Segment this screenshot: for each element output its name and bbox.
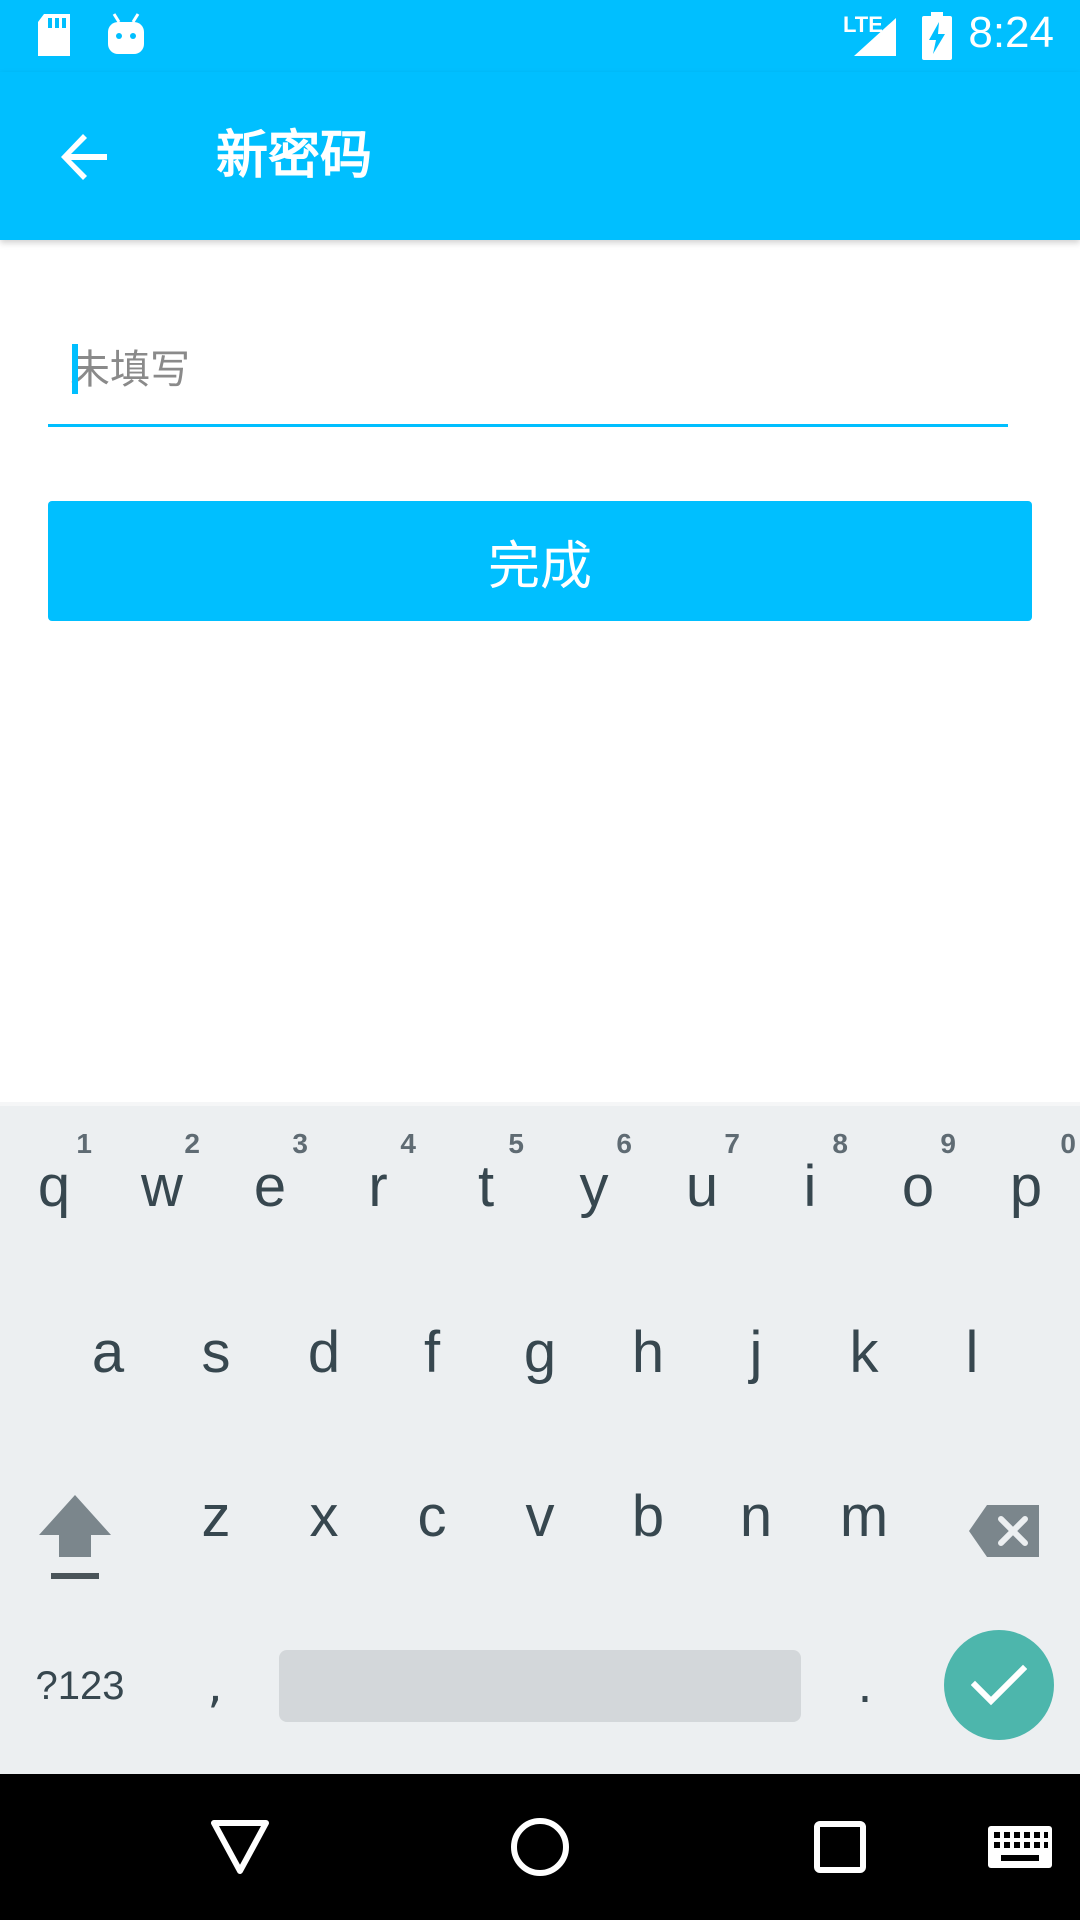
key-label: c: [417, 1484, 447, 1549]
page-title: 新密码: [216, 126, 373, 186]
key-d[interactable]: d: [270, 1272, 378, 1422]
key-g[interactable]: g: [486, 1272, 594, 1422]
check-icon: [971, 1664, 1027, 1706]
nav-back-button[interactable]: [200, 1812, 280, 1882]
key-f[interactable]: f: [378, 1272, 486, 1422]
key-label: g: [523, 1320, 557, 1385]
key-x[interactable]: x: [270, 1436, 378, 1586]
key-y[interactable]: 6 y: [540, 1106, 648, 1256]
back-button[interactable]: [50, 122, 120, 192]
key-n[interactable]: n: [702, 1436, 810, 1586]
key-label: d: [307, 1320, 341, 1385]
symbols-key[interactable]: ?123: [20, 1646, 140, 1726]
key-q[interactable]: 1 q: [0, 1106, 108, 1256]
done-button[interactable]: 完成: [48, 501, 1032, 621]
nav-home-button[interactable]: [500, 1812, 580, 1882]
key-label: n: [739, 1484, 773, 1549]
key-h[interactable]: h: [594, 1272, 702, 1422]
battery-charging-icon: [922, 12, 952, 64]
comma-key[interactable]: ,: [180, 1646, 250, 1726]
shift-icon: [39, 1495, 111, 1579]
app-bar: 新密码: [0, 72, 1080, 240]
backspace-icon: [969, 1505, 1039, 1557]
field-underline: [48, 424, 1008, 427]
key-label: y: [579, 1154, 609, 1219]
key-z[interactable]: z: [162, 1436, 270, 1586]
key-label: e: [253, 1154, 287, 1219]
key-label: t: [477, 1154, 495, 1219]
key-label: m: [839, 1484, 889, 1549]
key-j[interactable]: j: [702, 1272, 810, 1422]
nav-keyboard-button[interactable]: [980, 1812, 1060, 1882]
android-debug-icon: [104, 12, 148, 62]
backspace-key[interactable]: [960, 1486, 1050, 1576]
recents-square-icon: [814, 1821, 866, 1873]
key-label: k: [849, 1320, 879, 1385]
key-u[interactable]: 7 u: [648, 1106, 756, 1256]
key-label: f: [423, 1320, 441, 1385]
enter-key[interactable]: [944, 1630, 1054, 1740]
shift-key[interactable]: [30, 1482, 120, 1592]
space-bar[interactable]: [279, 1650, 801, 1722]
key-e[interactable]: 3 e: [216, 1106, 324, 1256]
key-i[interactable]: 8 i: [756, 1106, 864, 1256]
keyboard-icon: [988, 1826, 1052, 1868]
key-w[interactable]: 2 w: [108, 1106, 216, 1256]
status-time: 8:24: [968, 8, 1054, 57]
key-label: j: [749, 1320, 763, 1385]
key-label: p: [1009, 1154, 1043, 1219]
key-label: l: [965, 1320, 979, 1385]
key-s[interactable]: s: [162, 1272, 270, 1422]
key-label: r: [368, 1154, 388, 1219]
arrow-back-icon: [61, 134, 107, 180]
system-nav-bar: [0, 1774, 1080, 1920]
key-p[interactable]: 0 p: [972, 1106, 1080, 1256]
back-triangle-icon: [211, 1820, 269, 1874]
key-o[interactable]: 9 o: [864, 1106, 972, 1256]
password-field[interactable]: [48, 316, 1008, 428]
key-a[interactable]: a: [54, 1272, 162, 1422]
key-label: h: [631, 1320, 665, 1385]
sd-card-icon: [36, 12, 72, 62]
soft-keyboard: 1 q 2 w 3 e 4 r 5 t 6 y 7 u 8 i 9 o 0 p …: [0, 1102, 1080, 1774]
period-key[interactable]: .: [830, 1646, 900, 1726]
key-label: u: [685, 1154, 719, 1219]
key-c[interactable]: c: [378, 1436, 486, 1586]
status-bar: LTE 8:24: [0, 0, 1080, 72]
nav-recents-button[interactable]: [800, 1812, 880, 1882]
home-circle-icon: [511, 1818, 569, 1876]
key-label: i: [803, 1154, 817, 1219]
key-label: s: [201, 1320, 231, 1385]
key-label: b: [631, 1484, 665, 1549]
key-r[interactable]: 4 r: [324, 1106, 432, 1256]
password-input[interactable]: [48, 316, 1008, 424]
key-label: v: [525, 1484, 555, 1549]
key-t[interactable]: 5 t: [432, 1106, 540, 1256]
key-b[interactable]: b: [594, 1436, 702, 1586]
key-label: a: [91, 1320, 125, 1385]
text-cursor: [72, 344, 78, 394]
key-label: q: [37, 1154, 71, 1219]
key-label: z: [201, 1484, 231, 1549]
key-label: x: [309, 1484, 339, 1549]
key-v[interactable]: v: [486, 1436, 594, 1586]
key-label: o: [901, 1154, 935, 1219]
key-m[interactable]: m: [810, 1436, 918, 1586]
key-l[interactable]: l: [918, 1272, 1026, 1422]
key-label: w: [141, 1154, 183, 1219]
signal-icon: [852, 16, 898, 62]
key-k[interactable]: k: [810, 1272, 918, 1422]
